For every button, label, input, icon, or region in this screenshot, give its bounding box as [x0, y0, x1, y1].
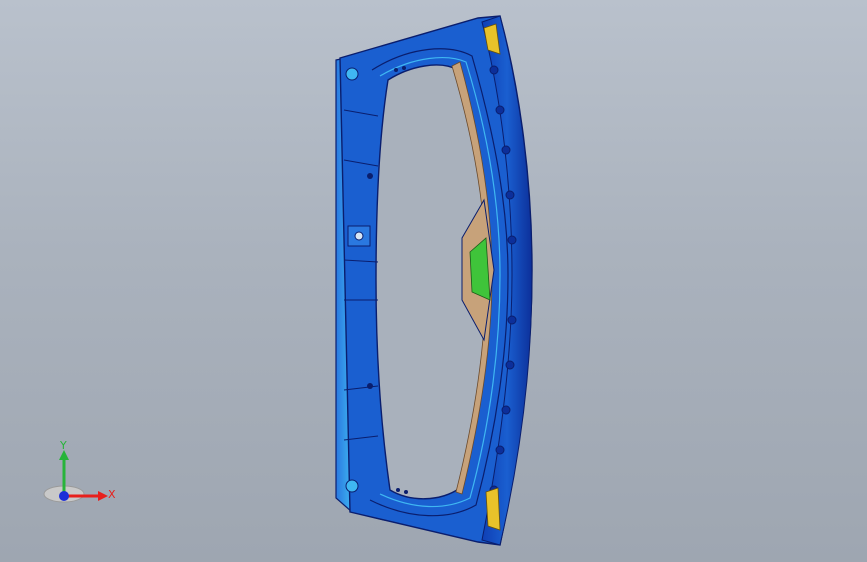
door-frame-model[interactable]: [0, 0, 867, 562]
axis-triad: Y X: [43, 440, 116, 503]
graphics-viewport[interactable]: Y X: [0, 0, 867, 562]
x-axis-label: X: [108, 488, 116, 501]
z-axis-dot: [59, 491, 69, 501]
y-axis-label: Y: [59, 440, 67, 452]
